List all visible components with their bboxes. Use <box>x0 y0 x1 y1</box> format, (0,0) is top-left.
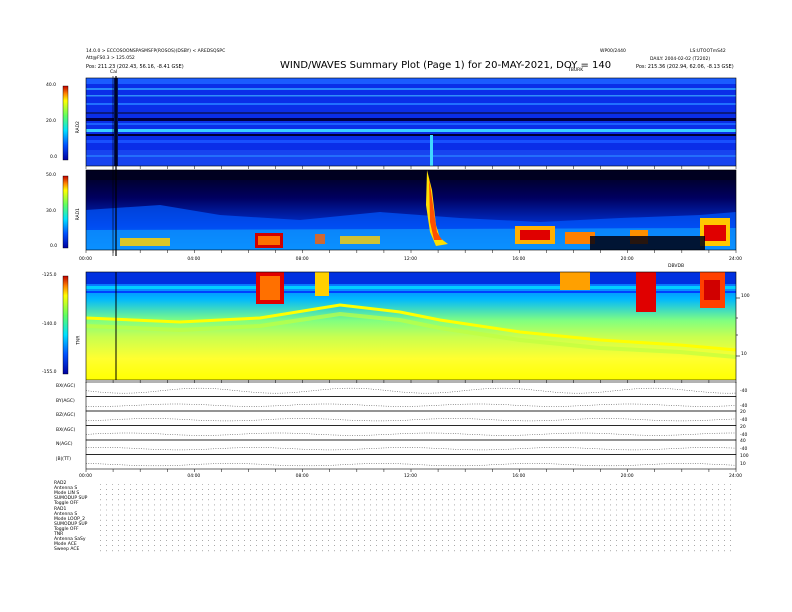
rad1-panel <box>85 169 737 251</box>
header-right-line2: LS:UTOOTmS42 <box>690 49 726 54</box>
time-label-lower: 04:00 <box>187 474 201 479</box>
rad2-colorbar <box>62 85 69 161</box>
tnr-tick-top: -125.0 <box>42 273 57 278</box>
tnr-panel <box>85 271 737 381</box>
strip-frame <box>85 425 737 441</box>
status-dots <box>100 484 731 552</box>
strip-right-tick: -40 <box>740 389 748 394</box>
strip-frame <box>85 396 737 412</box>
summary-plot-canvas <box>62 76 740 552</box>
tnr-top-note: DBVDB <box>668 264 685 269</box>
time-label-lower: 16:00 <box>512 474 526 479</box>
rad1-tick-bottom: 0.0 <box>50 244 58 249</box>
time-label-upper: 04:00 <box>187 257 201 262</box>
header-right-pos: Pos: 215.36 (202.94, 62.06, -8.13 GSE) <box>636 64 734 70</box>
strip-right-tick: 20 <box>740 410 746 415</box>
strip-frame <box>85 439 737 455</box>
rad1-tick-top: 50.0 <box>46 173 57 178</box>
strip-right-tick: -40 <box>740 403 748 409</box>
time-label-upper: 12:00 <box>404 257 417 262</box>
time-label-upper: 00:00 <box>79 257 92 262</box>
strip-trace <box>85 418 737 422</box>
strip-label: BX(AGC) <box>56 427 76 433</box>
rad2-panel <box>85 77 737 167</box>
strip-label: BY(AGC) <box>56 398 75 404</box>
tnr-colorbar <box>62 275 69 375</box>
time-label-upper: 24:00 <box>729 257 742 262</box>
time-label-lower: 20:00 <box>620 474 634 479</box>
tnr-right-tick-100: 100 <box>741 294 750 299</box>
strip-right-tick: -40 <box>740 447 748 452</box>
strip-right-tick: 20 <box>740 424 746 430</box>
rad2-tick-bottom: 0.0 <box>50 155 58 160</box>
time-label-upper: 20:00 <box>620 257 634 262</box>
time-label-lower: 00:00 <box>79 474 92 479</box>
tnr-tick-mid: -140.0 <box>42 322 57 327</box>
status-row: Sweep ACE <box>54 547 80 553</box>
rad2-tick-top: 40.0 <box>46 83 57 88</box>
strip-right-tick: 40 <box>740 439 746 444</box>
strip-frame <box>85 410 737 426</box>
strip-right-tick: 10 <box>740 461 746 467</box>
cal-label: Cal <box>110 70 118 75</box>
tnr-right-axis <box>736 297 740 357</box>
time-label-upper: 16:00 <box>512 257 526 262</box>
strip-trace <box>86 463 737 467</box>
tnr-right-tick-10: 10 <box>741 352 747 357</box>
header-left-line2: Att@FS0.3 > 125.052 <box>86 56 135 61</box>
time-label-lower: 24:00 <box>729 474 742 479</box>
header-right-line1: WP00/2440 <box>600 49 626 54</box>
strip-frame <box>85 454 737 470</box>
strip-label: N(AGC) <box>56 442 73 447</box>
rad1-tick-mid: 30.0 <box>46 209 57 214</box>
ticks-label: TBURK <box>568 68 584 73</box>
strip-trace <box>85 387 736 394</box>
header-right-line3: DAILY: 2004-02-02 (T2202) <box>650 57 711 62</box>
page-title: WIND/WAVES Summary Plot (Page 1) for 20-… <box>280 60 612 71</box>
strip-trace <box>85 432 736 436</box>
header-left-line1: 14.0.0 > ECCOSOONSPASMSFP(ROSOS)(DSBY) <… <box>86 49 226 54</box>
strip-charts <box>85 381 737 470</box>
rad2-tick-mid: 20.0 <box>46 119 57 124</box>
strip-frame <box>85 381 737 397</box>
tnr-tick-bottom: -155.0 <box>42 370 57 375</box>
strip-label: BX(AGC) <box>56 384 76 389</box>
rad1-colorbar <box>62 175 69 249</box>
strip-label: |B|(TT) <box>56 456 72 462</box>
strip-label: BZ(AGC) <box>56 413 76 418</box>
rad1-label: RAD1 <box>75 208 81 221</box>
strip-right-tick: 100 <box>740 453 749 459</box>
strip-right-tick: -40 <box>740 418 748 423</box>
time-label-lower: 08:00 <box>295 474 309 479</box>
tnr-label: TNR <box>76 335 82 345</box>
time-label-upper: 08:00 <box>295 257 309 262</box>
strip-trace <box>85 403 737 407</box>
time-label-lower: 12:00 <box>404 474 417 479</box>
header-left-pos: Pos: 211.23 (202.43, 56.16, -8.41 GSE) <box>86 64 184 70</box>
strip-right-tick: -40 <box>740 432 748 438</box>
strip-trace <box>85 447 737 451</box>
rad2-label: RAD2 <box>75 121 81 134</box>
